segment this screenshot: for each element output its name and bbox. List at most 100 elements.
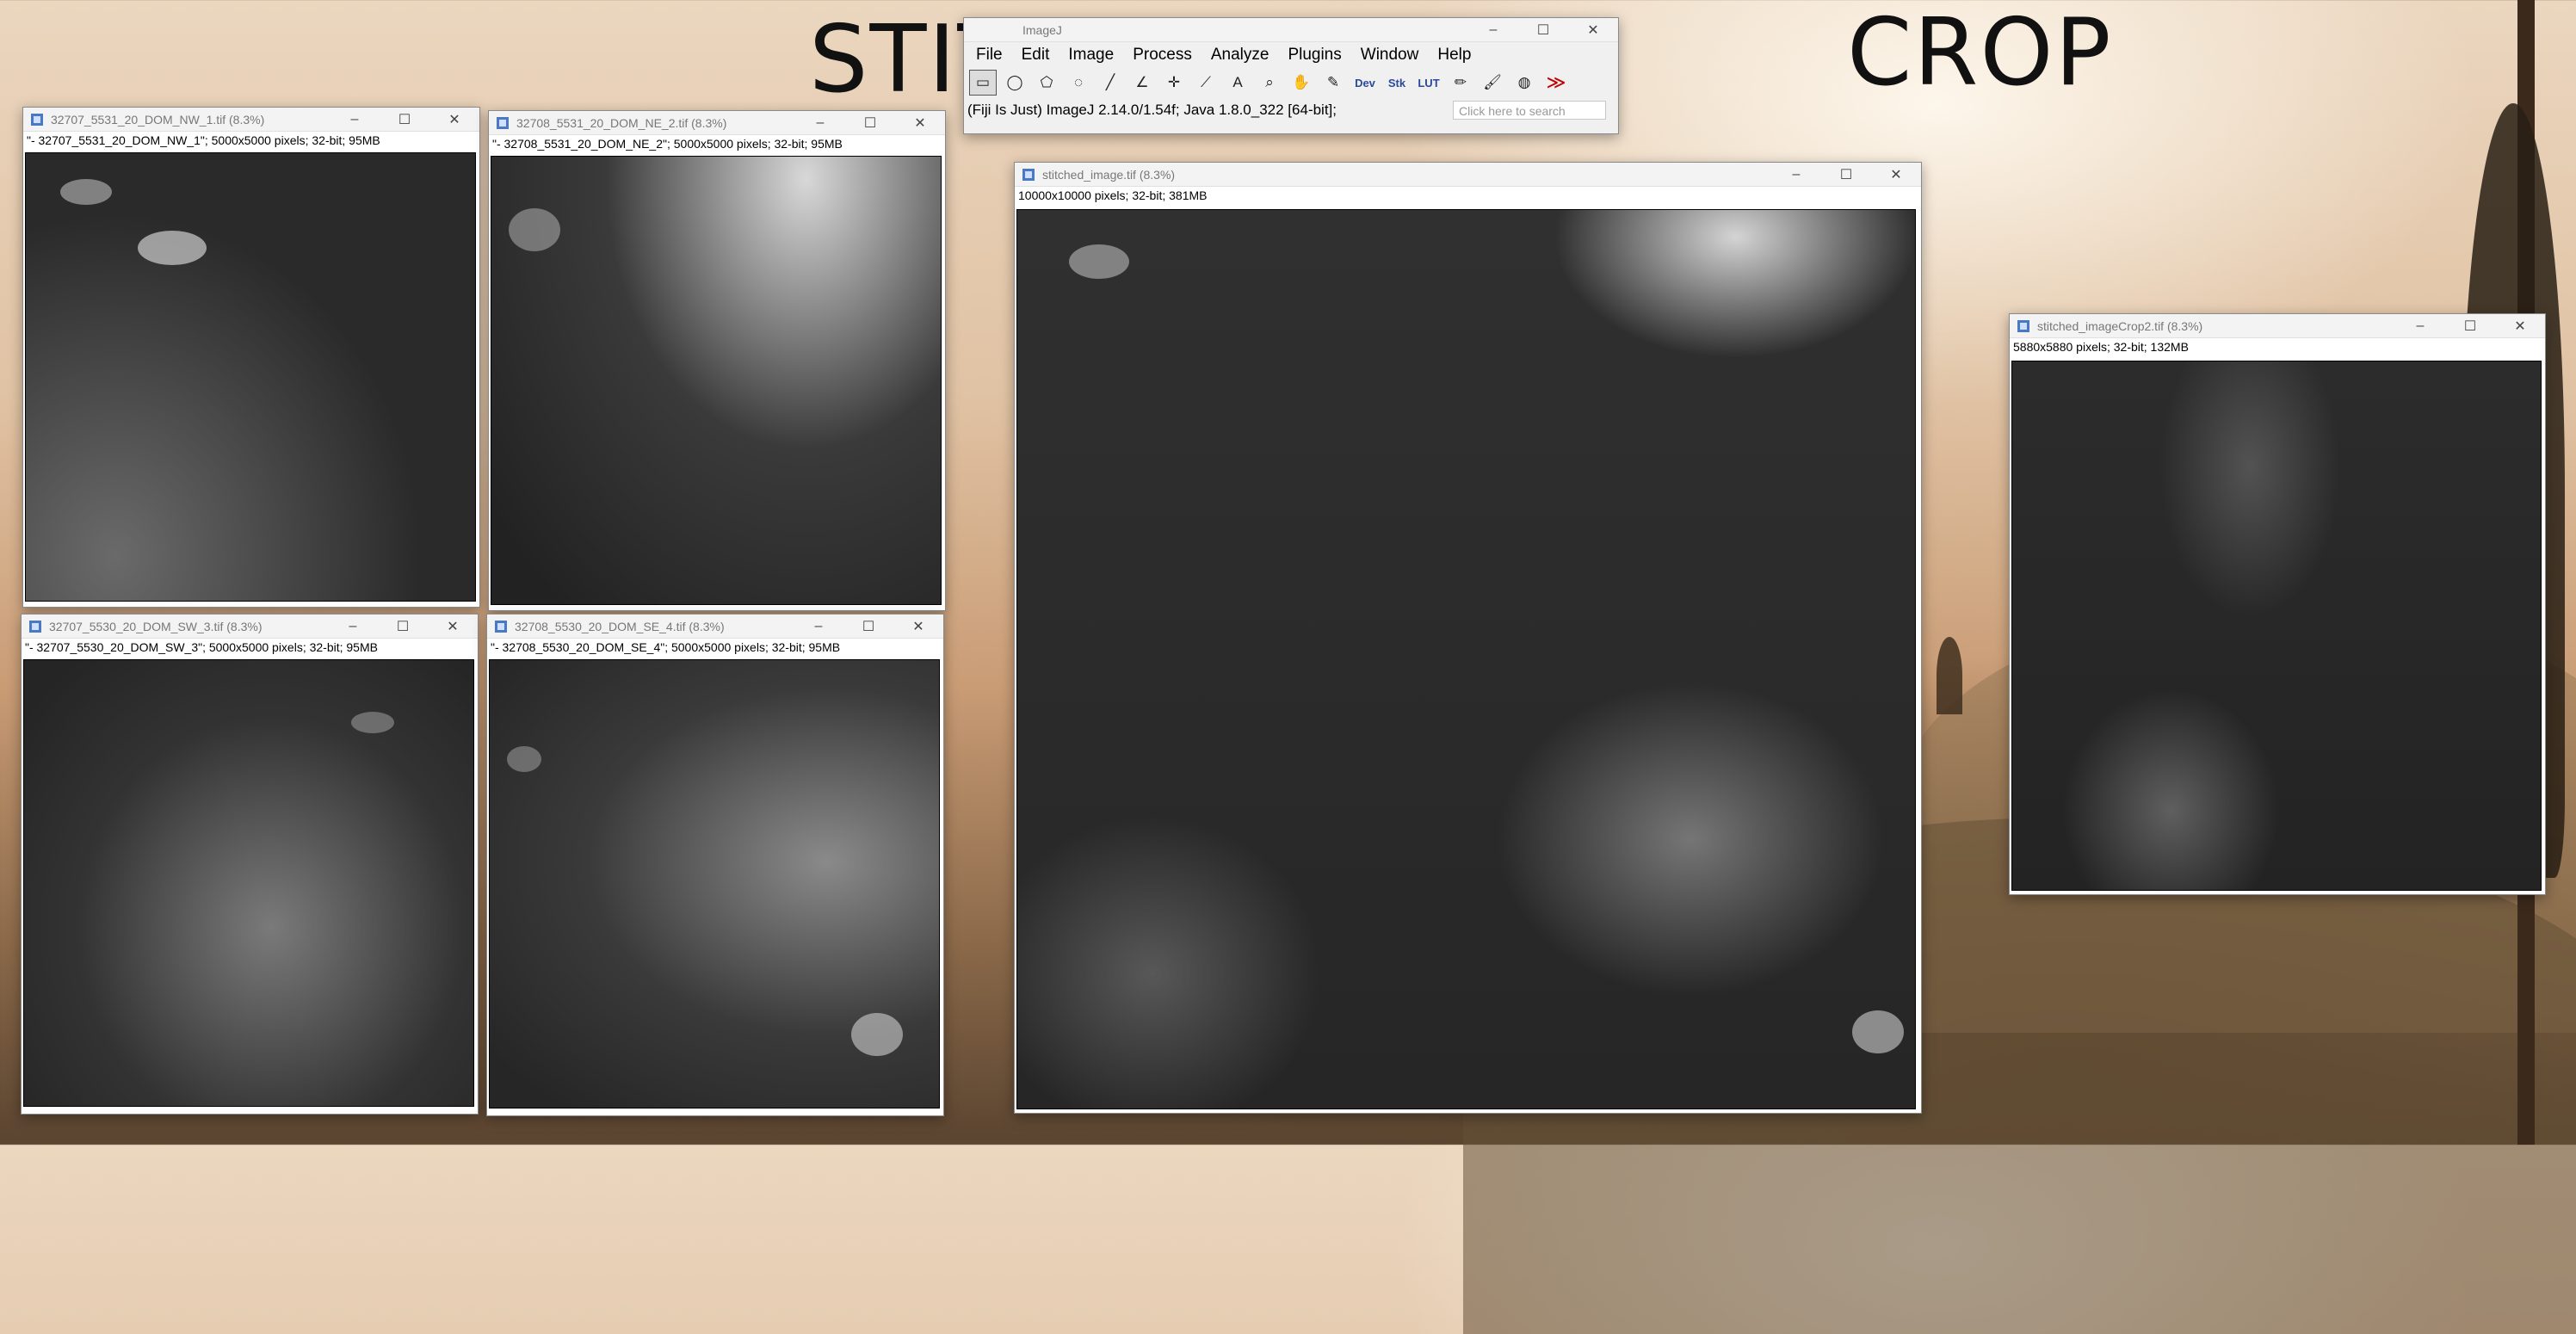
menu-edit[interactable]: Edit [1022, 46, 1050, 65]
window-titlebar[interactable]: 32708_5530_20_DOM_SE_4.tif (8.3%) – ☐ ✕ [487, 615, 943, 639]
image-window-se[interactable]: 32708_5530_20_DOM_SE_4.tif (8.3%) – ☐ ✕ … [486, 614, 944, 1116]
more-tools-icon[interactable]: ≫ [1542, 70, 1570, 96]
image-info: "- 32707_5530_20_DOM_SW_3"; 5000x5000 pi… [22, 639, 478, 656]
menu-file[interactable]: File [976, 46, 1003, 65]
minimize-button[interactable]: – [1468, 18, 1518, 42]
image-info: 5880x5880 pixels; 32-bit; 132MB [2010, 338, 2545, 355]
minimize-button[interactable]: – [1771, 163, 1821, 187]
image-highlight [851, 1013, 903, 1056]
dev-tool-button[interactable]: Dev [1351, 70, 1379, 96]
wand-tool-icon[interactable]: ⟋ [1192, 70, 1220, 96]
maximize-button[interactable]: ☐ [380, 108, 429, 132]
image-canvas[interactable] [1016, 209, 1916, 1109]
image-window-nw[interactable]: 32707_5531_20_DOM_NW_1.tif (8.3%) – ☐ ✕ … [22, 107, 480, 608]
menu-window[interactable]: Window [1361, 46, 1419, 65]
close-button[interactable]: ✕ [429, 108, 479, 132]
polygon-tool-icon[interactable]: ⬠ [1033, 70, 1060, 96]
maximize-button[interactable]: ☐ [843, 615, 893, 639]
image-canvas[interactable] [25, 152, 476, 602]
window-title: 32707_5531_20_DOM_NW_1.tif (8.3%) [51, 112, 265, 127]
window-title: 32707_5530_20_DOM_SW_3.tif (8.3%) [49, 619, 263, 633]
window-title: 32708_5531_20_DOM_NE_2.tif (8.3%) [516, 115, 727, 130]
maximize-button[interactable]: ☐ [845, 111, 895, 135]
image-highlight [351, 712, 394, 733]
image-info: "- 32707_5531_20_DOM_NW_1"; 5000x5000 pi… [23, 132, 479, 149]
window-title: 32708_5530_20_DOM_SE_4.tif (8.3%) [515, 619, 725, 633]
minimize-button[interactable]: – [330, 108, 380, 132]
status-text: (Fiji Is Just) ImageJ 2.14.0/1.54f; Java… [967, 102, 1337, 118]
minimize-button[interactable]: – [2395, 314, 2445, 338]
window-titlebar[interactable]: stitched_imageCrop2.tif (8.3%) – ☐ ✕ [2010, 314, 2545, 338]
fiji-titlebar[interactable]: ImageJ – ☐ ✕ [964, 18, 1618, 42]
angle-tool-icon[interactable]: ∠ [1128, 70, 1156, 96]
maximize-button[interactable]: ☐ [1821, 163, 1871, 187]
minimize-button[interactable]: – [795, 111, 845, 135]
menu-bar: File Edit Image Process Analyze Plugins … [964, 42, 1618, 68]
search-input[interactable]: Click here to search [1453, 101, 1606, 120]
image-info: "- 32708_5530_20_DOM_SE_4"; 5000x5000 pi… [487, 639, 943, 656]
image-highlight [138, 231, 207, 265]
oval-tool-icon[interactable]: ◯ [1001, 70, 1029, 96]
image-canvas[interactable] [489, 659, 940, 1109]
line-tool-icon[interactable]: ╱ [1096, 70, 1124, 96]
image-canvas[interactable] [491, 156, 942, 605]
imagej-icon [497, 116, 509, 129]
image-highlight [1069, 244, 1129, 279]
minimize-button[interactable]: – [794, 615, 843, 639]
text-tool-icon[interactable]: A [1224, 70, 1251, 96]
close-button[interactable]: ✕ [895, 111, 945, 135]
menu-plugins[interactable]: Plugins [1288, 46, 1341, 65]
menu-help[interactable]: Help [1437, 46, 1471, 65]
image-canvas[interactable] [23, 659, 474, 1107]
lut-tool-button[interactable]: LUT [1415, 70, 1442, 96]
menu-image[interactable]: Image [1068, 46, 1114, 65]
image-info: 10000x10000 pixels; 32-bit; 381MB [1015, 187, 1921, 204]
imagej-icon [1022, 168, 1035, 181]
menu-process[interactable]: Process [1133, 46, 1192, 65]
image-window-ne[interactable]: 32708_5531_20_DOM_NE_2.tif (8.3%) – ☐ ✕ … [488, 110, 946, 611]
image-canvas[interactable] [2011, 361, 2542, 891]
imagej-icon [31, 113, 43, 126]
image-window-stitched[interactable]: stitched_image.tif (8.3%) – ☐ ✕ 10000x10… [1014, 162, 1922, 1114]
fiji-main-window[interactable]: ImageJ – ☐ ✕ File Edit Image Process Ana… [963, 17, 1619, 134]
image-highlight [509, 208, 560, 251]
window-titlebar[interactable]: 32707_5531_20_DOM_NW_1.tif (8.3%) – ☐ ✕ [23, 108, 479, 132]
maximize-button[interactable]: ☐ [2445, 314, 2495, 338]
brush-tool-icon[interactable]: 🖌 [1479, 70, 1506, 96]
menu-analyze[interactable]: Analyze [1211, 46, 1269, 65]
window-titlebar[interactable]: 32707_5530_20_DOM_SW_3.tif (8.3%) – ☐ ✕ [22, 615, 478, 639]
imagej-icon [2017, 319, 2029, 332]
window-titlebar[interactable]: stitched_image.tif (8.3%) – ☐ ✕ [1015, 163, 1921, 187]
close-button[interactable]: ✕ [1568, 18, 1618, 42]
image-highlight [507, 746, 541, 772]
window-title: stitched_imageCrop2.tif (8.3%) [2037, 318, 2203, 333]
close-button[interactable]: ✕ [1871, 163, 1921, 187]
crop-label: CROP [1847, 0, 2113, 107]
imagej-icon [495, 620, 507, 633]
image-highlight [1852, 1010, 1904, 1053]
close-button[interactable]: ✕ [428, 615, 478, 639]
freehand-tool-icon[interactable]: ◌ [1065, 70, 1092, 96]
rectangle-tool-icon[interactable]: ▭ [969, 70, 997, 96]
image-window-crop[interactable]: stitched_imageCrop2.tif (8.3%) – ☐ ✕ 588… [2009, 313, 2546, 895]
window-title: stitched_image.tif (8.3%) [1042, 167, 1176, 182]
status-bar: (Fiji Is Just) ImageJ 2.14.0/1.54f; Java… [964, 97, 1618, 123]
point-tool-icon[interactable]: ✛ [1160, 70, 1188, 96]
imagej-icon [29, 620, 41, 633]
maximize-button[interactable]: ☐ [1518, 18, 1568, 42]
dropper-tool-icon[interactable]: ✎ [1319, 70, 1347, 96]
toolbar: ▭ ◯ ⬠ ◌ ╱ ∠ ✛ ⟋ A ⌕ ✋ ✎ Dev Stk LUT ✏ 🖌 … [964, 68, 1618, 97]
close-button[interactable]: ✕ [2495, 314, 2545, 338]
magnifier-tool-icon[interactable]: ⌕ [1256, 70, 1283, 96]
fiji-title: ImageJ [1022, 22, 1062, 37]
pencil-tool-icon[interactable]: ✏ [1447, 70, 1474, 96]
minimize-button[interactable]: – [328, 615, 378, 639]
close-button[interactable]: ✕ [893, 615, 943, 639]
maximize-button[interactable]: ☐ [378, 615, 428, 639]
window-titlebar[interactable]: 32708_5531_20_DOM_NE_2.tif (8.3%) – ☐ ✕ [489, 111, 945, 135]
stk-tool-button[interactable]: Stk [1383, 70, 1411, 96]
flood-fill-tool-icon[interactable]: ◍ [1510, 70, 1538, 96]
hand-tool-icon[interactable]: ✋ [1288, 70, 1315, 96]
image-info: "- 32708_5531_20_DOM_NE_2"; 5000x5000 pi… [489, 135, 945, 152]
image-window-sw[interactable]: 32707_5530_20_DOM_SW_3.tif (8.3%) – ☐ ✕ … [21, 614, 479, 1115]
